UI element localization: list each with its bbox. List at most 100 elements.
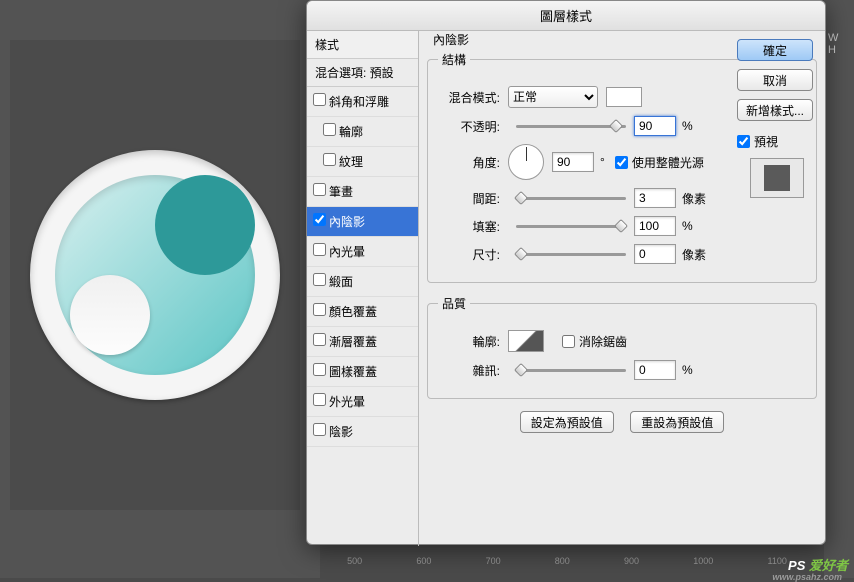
shadow-color-swatch[interactable]	[606, 87, 642, 107]
style-checkbox[interactable]	[313, 423, 326, 436]
style-row-4[interactable]: 內陰影	[307, 207, 418, 237]
style-label: 斜角和浮雕	[329, 95, 389, 109]
style-row-11[interactable]: 陰影	[307, 417, 418, 447]
style-row-1[interactable]: 輪廓	[307, 117, 418, 147]
opacity-slider[interactable]	[516, 118, 626, 134]
style-checkbox[interactable]	[323, 153, 336, 166]
quality-legend: 品質	[438, 295, 470, 312]
circle-teal	[55, 175, 255, 375]
right-info-panel: 8 位元 W H	[824, 0, 854, 578]
distance-slider[interactable]	[516, 190, 626, 206]
noise-unit: %	[682, 363, 693, 377]
angle-unit: °	[600, 155, 605, 169]
size-slider[interactable]	[516, 246, 626, 262]
preview-checkbox[interactable]	[737, 135, 750, 148]
opacity-input[interactable]	[634, 116, 676, 136]
settings-panel: 內陰影 結構 混合模式: 正常 不透明: %	[419, 31, 825, 546]
style-label: 紋理	[339, 155, 363, 169]
blend-options-preset[interactable]: 混合選項: 預設	[307, 59, 418, 87]
structure-legend: 結構	[438, 51, 470, 68]
canvas-background	[0, 0, 320, 578]
style-row-0[interactable]: 斜角和浮雕	[307, 87, 418, 117]
style-label: 漸層覆蓋	[329, 335, 377, 349]
style-row-7[interactable]: 顏色覆蓋	[307, 297, 418, 327]
antialias-label: 消除鋸齒	[579, 333, 627, 350]
style-row-9[interactable]: 圖樣覆蓋	[307, 357, 418, 387]
style-label: 外光暈	[329, 395, 365, 409]
style-label: 顏色覆蓋	[329, 305, 377, 319]
style-row-5[interactable]: 內光暈	[307, 237, 418, 267]
make-default-button[interactable]: 設定為預設值	[520, 411, 614, 433]
preview-thumbnail	[750, 158, 804, 198]
global-light-checkbox[interactable]	[615, 156, 628, 169]
blend-mode-label: 混合模式:	[438, 89, 500, 106]
style-label: 緞面	[329, 275, 353, 289]
dialog-title: 圖層樣式	[307, 1, 825, 31]
choke-unit: %	[682, 219, 693, 233]
noise-input[interactable]	[634, 360, 676, 380]
opacity-unit: %	[682, 119, 693, 133]
action-buttons: 確定 取消 新增樣式... 預視	[737, 39, 817, 198]
style-list: 樣式 混合選項: 預設 斜角和浮雕輪廓紋理筆畫內陰影內光暈緞面顏色覆蓋漸層覆蓋圖…	[307, 31, 419, 546]
size-unit: 像素	[682, 246, 706, 263]
style-checkbox[interactable]	[313, 273, 326, 286]
cancel-button[interactable]: 取消	[737, 69, 813, 91]
contour-picker[interactable]	[508, 330, 544, 352]
new-style-button[interactable]: 新增樣式...	[737, 99, 813, 121]
style-label: 內陰影	[329, 215, 365, 229]
style-row-3[interactable]: 筆畫	[307, 177, 418, 207]
circle-white	[70, 275, 150, 355]
circle-dark-teal	[155, 175, 255, 275]
noise-slider[interactable]	[516, 362, 626, 378]
style-checkbox[interactable]	[313, 363, 326, 376]
h-label: H	[828, 44, 850, 56]
angle-dial[interactable]	[508, 144, 544, 180]
style-label: 圖樣覆蓋	[329, 365, 377, 379]
style-row-6[interactable]: 緞面	[307, 267, 418, 297]
distance-label: 間距:	[438, 190, 500, 207]
style-checkbox[interactable]	[313, 393, 326, 406]
style-checkbox[interactable]	[313, 93, 326, 106]
distance-input[interactable]	[634, 188, 676, 208]
size-input[interactable]	[634, 244, 676, 264]
antialias-checkbox[interactable]	[562, 335, 575, 348]
style-label: 內光暈	[329, 245, 365, 259]
reset-default-button[interactable]: 重設為預設值	[630, 411, 724, 433]
style-row-2[interactable]: 紋理	[307, 147, 418, 177]
style-checkbox[interactable]	[313, 303, 326, 316]
choke-slider[interactable]	[516, 218, 626, 234]
w-label: W	[828, 32, 850, 44]
contour-label: 輪廓:	[438, 333, 500, 350]
blend-mode-select[interactable]: 正常	[508, 86, 598, 108]
size-label: 尺寸:	[438, 246, 500, 263]
style-checkbox[interactable]	[313, 183, 326, 196]
style-row-8[interactable]: 漸層覆蓋	[307, 327, 418, 357]
choke-label: 填塞:	[438, 218, 500, 235]
style-checkbox[interactable]	[313, 333, 326, 346]
style-checkbox[interactable]	[313, 243, 326, 256]
style-label: 陰影	[329, 425, 353, 439]
watermark-url: www.psahz.com	[772, 572, 842, 582]
angle-label: 角度:	[438, 154, 500, 171]
style-row-10[interactable]: 外光暈	[307, 387, 418, 417]
opacity-label: 不透明:	[438, 118, 500, 135]
watermark: PS 爱好者 www.psahz.com	[788, 555, 848, 574]
style-checkbox[interactable]	[313, 213, 326, 226]
noise-label: 雜訊:	[438, 362, 500, 379]
styles-header[interactable]: 樣式	[307, 31, 418, 59]
layer-style-dialog: 圖層樣式 樣式 混合選項: 預設 斜角和浮雕輪廓紋理筆畫內陰影內光暈緞面顏色覆蓋…	[306, 0, 826, 545]
preview-label: 預視	[754, 133, 778, 150]
section-title: 內陰影	[433, 31, 469, 48]
quality-group: 品質 輪廓: 消除鋸齒 雜訊: %	[427, 295, 817, 399]
choke-input[interactable]	[634, 216, 676, 236]
global-light-label: 使用整體光源	[632, 154, 704, 171]
ok-button[interactable]: 確定	[737, 39, 813, 61]
circle-outer	[30, 150, 280, 400]
style-label: 輪廓	[339, 125, 363, 139]
ruler: 50060070080090010001100	[320, 556, 814, 576]
distance-unit: 像素	[682, 190, 706, 207]
style-label: 筆畫	[329, 185, 353, 199]
angle-input[interactable]	[552, 152, 594, 172]
artwork-area	[10, 40, 300, 510]
style-checkbox[interactable]	[323, 123, 336, 136]
